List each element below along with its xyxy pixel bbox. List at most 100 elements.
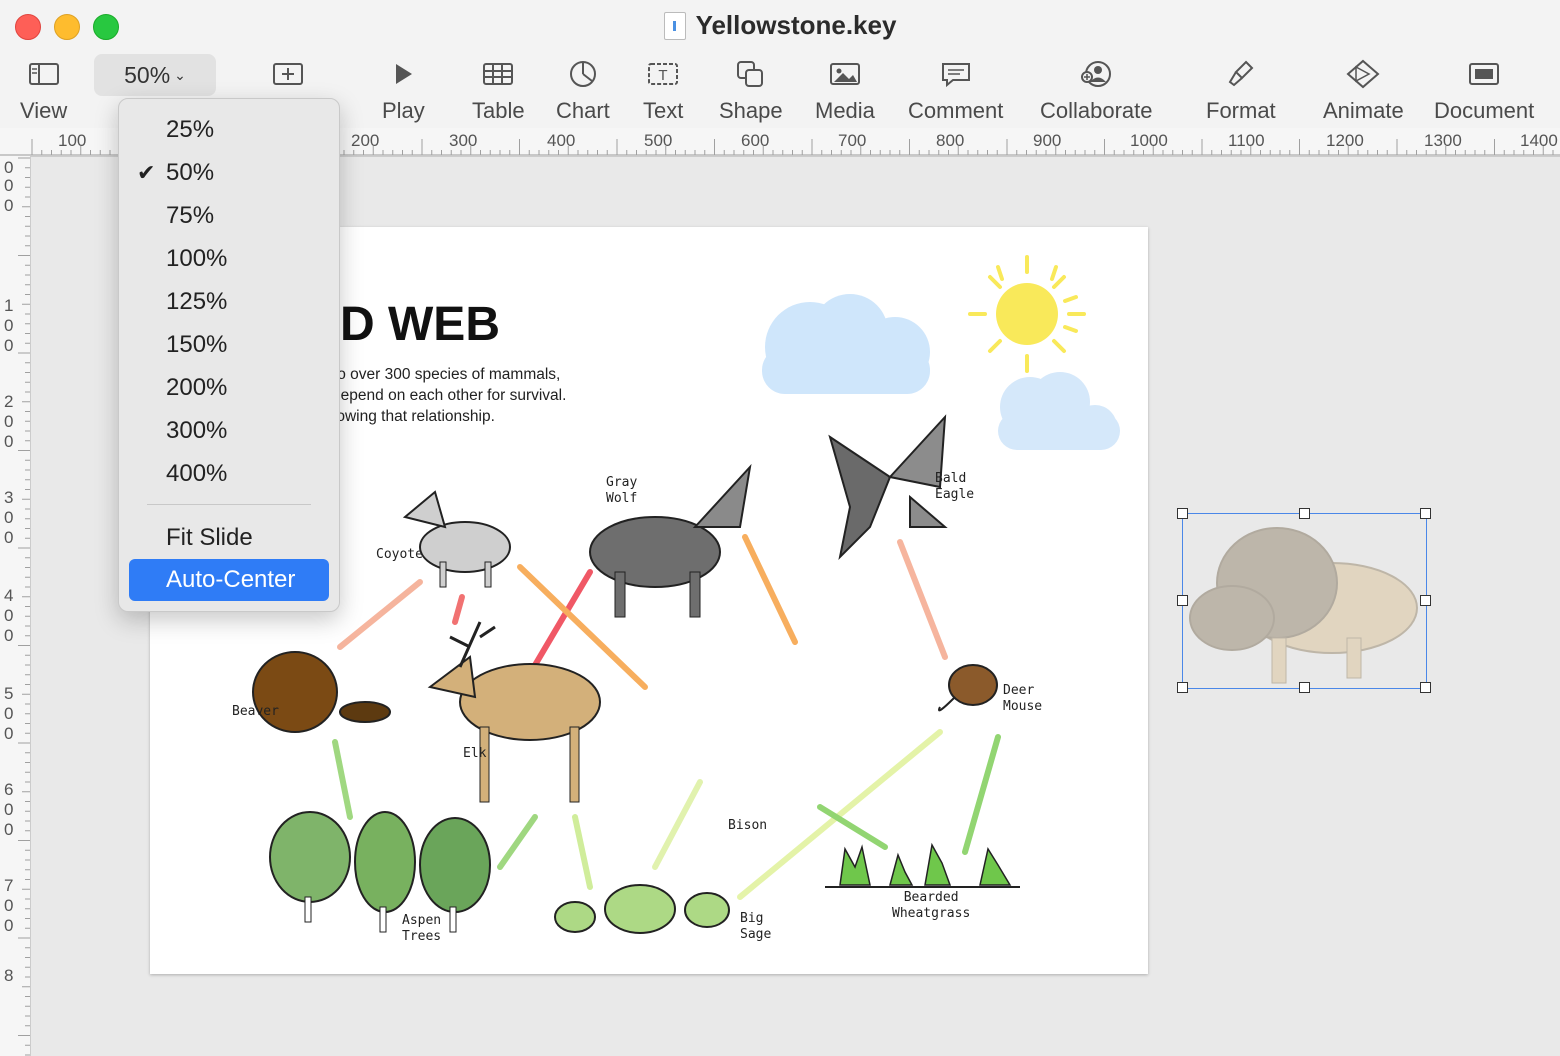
menu-item-25[interactable]: 25% [129,109,329,151]
text-box-icon: T [647,56,679,92]
label-aspen-trees[interactable]: Aspen Trees [402,913,441,945]
label-deer-mouse[interactable]: Deer Mouse [1003,683,1042,715]
ruler-label: 0 [4,336,14,355]
ruler-label: 1300 [1424,131,1462,150]
ruler-label: 200 [351,131,380,150]
collaborate-button[interactable]: Collaborate [1040,56,1153,124]
media-label: Media [815,98,875,123]
menu-item-label: 100% [166,245,228,272]
add-slide-icon [272,56,304,92]
ruler-label: 0 [4,800,14,819]
ruler-label: 0 [4,724,14,743]
menu-item-300[interactable]: 300% [129,410,329,452]
menu-item-50[interactable]: ✔ 50% [129,152,329,194]
animate-button[interactable]: Animate [1323,56,1404,124]
resize-handle[interactable] [1299,508,1310,519]
selection-box [1182,513,1427,689]
comment-label: Comment [908,98,1004,123]
add-slide-button[interactable] [272,56,304,92]
title-bar: Yellowstone.key [0,10,1560,45]
resize-handle[interactable] [1420,508,1431,519]
collaborate-icon [1080,56,1112,92]
vertical-ruler: 0001002003004005006007008 [0,156,31,1056]
sidebar-icon [28,56,60,92]
zoom-value: 50% [124,61,171,88]
resize-handle[interactable] [1177,682,1188,693]
shape-button[interactable]: Shape [719,56,783,124]
label-beaver[interactable]: Beaver [232,704,279,720]
resize-handle[interactable] [1299,682,1310,693]
elk-illustration [427,621,601,803]
label-gray-wolf[interactable]: Gray Wolf [606,475,637,507]
label-bearded-wheatgrass[interactable]: Bearded Wheatgrass [892,890,970,922]
ruler-label: 500 [644,131,673,150]
animate-icon [1344,56,1382,92]
ruler-label: 0 [4,916,14,935]
ruler-label: 7 [4,876,14,895]
beaver-illustration [252,651,391,733]
play-button[interactable]: Play [382,56,425,124]
label-bald-eagle[interactable]: Bald Eagle [935,471,974,503]
menu-item-75[interactable]: 75% [129,195,329,237]
media-button[interactable]: Media [815,56,875,124]
ruler-label: 0 [4,316,14,335]
keynote-document-icon [663,11,686,40]
table-icon [482,56,514,92]
cloud-shape [998,372,1120,450]
menu-separator [147,504,311,505]
menu-item-150[interactable]: 150% [129,324,329,366]
menu-item-label: Fit Slide [166,524,253,551]
menu-item-400[interactable]: 400% [129,453,329,495]
comment-button[interactable]: Comment [908,56,1003,124]
view-button[interactable]: View [20,56,67,124]
ruler-label: 3 [4,488,14,507]
resize-handle[interactable] [1420,682,1431,693]
menu-item-label: 125% [166,288,228,315]
menu-item-200[interactable]: 200% [129,367,329,409]
ruler-label: 8 [4,966,14,985]
label-elk[interactable]: Elk [463,746,486,762]
comment-icon [940,56,972,92]
menu-item-label: 50% [166,159,215,186]
checkmark-icon: ✔ [137,160,156,185]
coyote-illustration [402,490,511,588]
format-button[interactable]: Format [1206,56,1276,124]
ruler-label: 0 [4,412,14,431]
menu-item-label: 150% [166,331,228,358]
bald-eagle-illustration [828,414,948,561]
zoom-popup-button[interactable]: 50% ⌄ [94,54,216,96]
ruler-label: 0 [4,896,14,915]
table-button[interactable]: Table [472,56,525,124]
resize-handle[interactable] [1177,508,1188,519]
ruler-label: 900 [1033,131,1062,150]
label-bison[interactable]: Bison [728,818,767,834]
label-coyote[interactable]: Coyote [376,547,423,563]
ruler-label: 0 [4,176,14,195]
menu-item-label: 25% [166,116,215,143]
chart-button[interactable]: Chart [556,56,610,124]
menu-item-100[interactable]: 100% [129,238,329,280]
document-button[interactable]: Document [1434,56,1534,124]
resize-handle[interactable] [1420,595,1431,606]
ruler-label: 0 [4,606,14,625]
resize-handle[interactable] [1177,595,1188,606]
label-big-sage[interactable]: Big Sage [740,911,771,943]
text-button[interactable]: T Text [643,56,683,124]
ruler-label: 700 [838,131,867,150]
menu-item-fit-slide[interactable]: Fit Slide [129,517,329,559]
ruler-label: 0 [4,432,14,451]
svg-text:T: T [659,67,668,84]
animate-label: Animate [1323,98,1404,123]
chart-label: Chart [556,98,610,123]
ruler-label: 0 [4,704,14,723]
chevron-down-icon: ⌄ [174,66,186,83]
ruler-label: 1000 [1130,131,1168,150]
menu-item-125[interactable]: 125% [129,281,329,323]
cloud-shape [762,294,930,394]
menu-item-auto-center[interactable]: Auto-Center [129,559,329,601]
ruler-label: 800 [936,131,965,150]
paintbrush-icon [1226,56,1256,92]
ruler-label: 300 [449,131,478,150]
menu-item-label: 75% [166,202,215,229]
document-icon [1468,56,1500,92]
